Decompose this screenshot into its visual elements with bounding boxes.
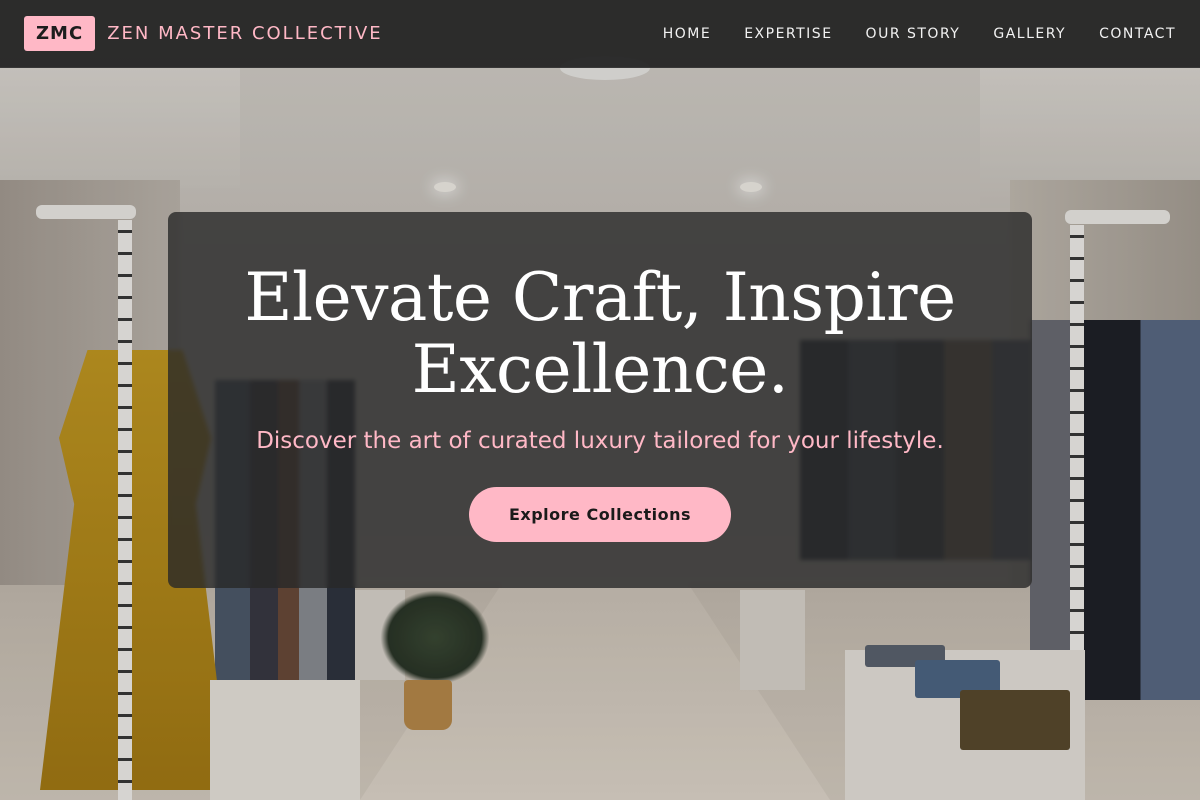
hero-card: Elevate Craft, Inspire Excellence. Disco… xyxy=(168,212,1032,588)
logo-badge: ZMC xyxy=(24,16,96,51)
brand-link[interactable]: ZMC ZEN MASTER COLLECTIVE xyxy=(24,16,383,51)
hero-title-line-1: Elevate Craft, Inspire xyxy=(244,259,956,336)
nav-item-expertise[interactable]: EXPERTISE xyxy=(744,26,832,42)
hero-title: Elevate Craft, Inspire Excellence. xyxy=(168,262,1032,406)
nav-item-contact[interactable]: CONTACT xyxy=(1099,26,1176,42)
brand-name: ZEN MASTER COLLECTIVE xyxy=(107,23,383,44)
nav-item-our-story[interactable]: OUR STORY xyxy=(866,26,961,42)
nav-item-home[interactable]: HOME xyxy=(663,26,711,42)
hero-title-line-2: Excellence. xyxy=(411,331,789,408)
main-nav: HOME EXPERTISE OUR STORY GALLERY CONTACT xyxy=(663,26,1176,42)
nav-item-gallery[interactable]: GALLERY xyxy=(993,26,1066,42)
site-header: ZMC ZEN MASTER COLLECTIVE HOME EXPERTISE… xyxy=(0,0,1200,68)
explore-collections-button[interactable]: Explore Collections xyxy=(468,487,732,542)
hero-subtitle: Discover the art of curated luxury tailo… xyxy=(256,428,944,454)
